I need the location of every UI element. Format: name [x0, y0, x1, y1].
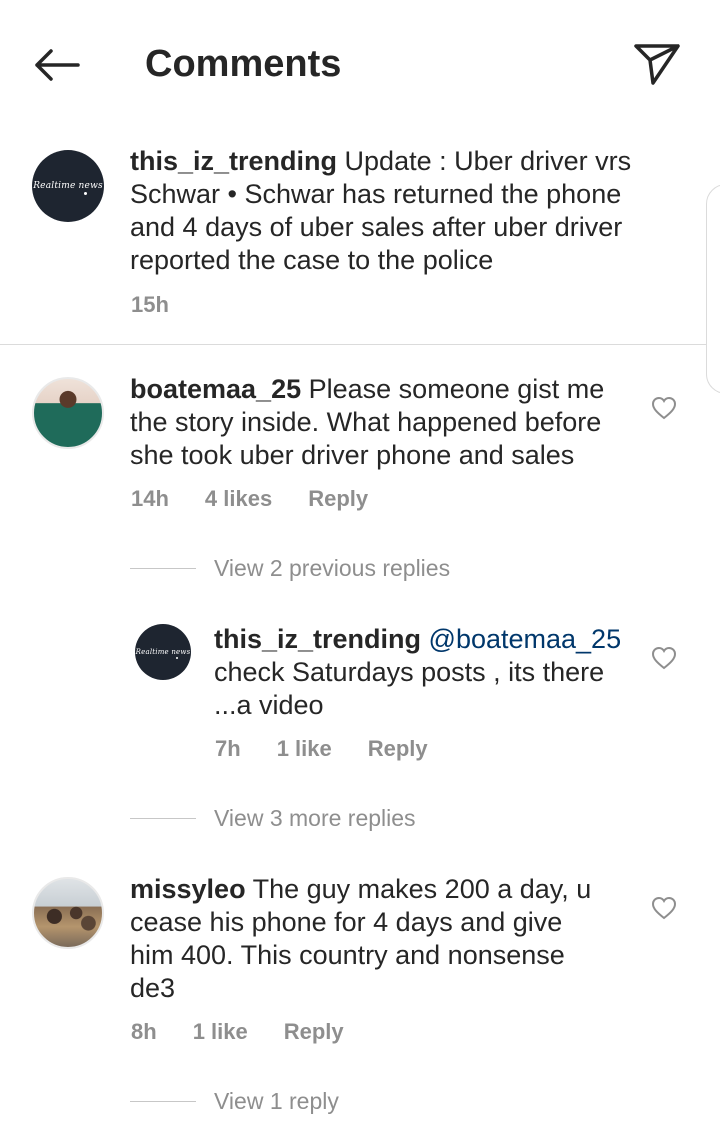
comment-username[interactable]: boatemaa_25 — [130, 374, 301, 404]
reply-text: this_iz_trending @boatemaa_25 check Satu… — [214, 623, 634, 722]
like-button[interactable] — [644, 638, 684, 678]
like-button[interactable] — [644, 888, 684, 928]
paper-plane-icon — [634, 44, 680, 85]
reply-button[interactable]: Reply — [368, 736, 428, 762]
comment-username[interactable]: missyleo — [130, 874, 246, 904]
scroll-indicator — [706, 184, 720, 394]
avatar-logo-text: Realtime news — [135, 648, 191, 656]
reply-username[interactable]: this_iz_trending — [214, 624, 421, 654]
reply-mention[interactable]: @boatemaa_25 — [429, 624, 622, 654]
comment-likes[interactable]: 1 like — [193, 1019, 248, 1045]
reply-body: check Saturdays posts , its there ...a v… — [214, 657, 605, 720]
divider-line — [130, 817, 196, 819]
comment-meta: 8h 1 like Reply — [131, 1019, 344, 1045]
view-replies-label: View 1 reply — [214, 1087, 339, 1114]
avatar-logo-text: Realtime news — [33, 181, 103, 191]
caption-text: this_iz_trending Update : Uber driver vr… — [130, 145, 670, 277]
page-title: Comments — [145, 43, 342, 85]
avatar[interactable]: Realtime news — [32, 150, 104, 222]
view-more-label: View 3 more replies — [214, 804, 416, 831]
back-button[interactable] — [28, 40, 84, 90]
avatar-logo-dot — [176, 657, 178, 659]
post-caption: Realtime news this_iz_trending Update : … — [0, 128, 720, 345]
arrow-left-icon — [35, 49, 80, 81]
view-more-replies[interactable]: View 3 more replies — [130, 803, 416, 833]
reply-time: 7h — [215, 736, 241, 761]
view-previous-replies[interactable]: View 2 previous replies — [130, 553, 450, 583]
heart-icon — [651, 396, 677, 420]
divider-line — [130, 567, 196, 569]
header-bar: Comments — [0, 0, 720, 128]
comment-meta: 14h 4 likes Reply — [131, 486, 368, 512]
avatar[interactable] — [32, 377, 104, 449]
avatar[interactable] — [32, 877, 104, 949]
caption-username[interactable]: this_iz_trending — [130, 146, 337, 176]
heart-icon — [651, 646, 677, 670]
avatar[interactable]: Realtime news — [135, 624, 191, 680]
comment-time: 14h — [131, 486, 169, 511]
reply-button[interactable]: Reply — [284, 1019, 344, 1045]
heart-icon — [651, 896, 677, 920]
comment-text: missyleo The guy makes 200 a day, u ceas… — [130, 873, 610, 1005]
divider-line — [130, 1100, 196, 1102]
comment-time: 8h — [131, 1019, 157, 1044]
caption-time: 15h — [131, 292, 169, 317]
view-replies-label: View 2 previous replies — [214, 554, 451, 581]
like-button[interactable] — [644, 388, 684, 428]
caption-meta: 15h — [131, 292, 169, 318]
reply-button[interactable]: Reply — [308, 486, 368, 512]
share-button[interactable] — [628, 36, 686, 92]
avatar-logo-dot — [84, 192, 87, 195]
view-replies[interactable]: View 1 reply — [130, 1086, 339, 1116]
comment-text: boatemaa_25 Please someone gist me the s… — [130, 373, 635, 472]
comment-likes[interactable]: 4 likes — [205, 486, 272, 512]
reply-meta: 7h 1 like Reply — [215, 736, 428, 762]
reply-likes[interactable]: 1 like — [277, 736, 332, 762]
